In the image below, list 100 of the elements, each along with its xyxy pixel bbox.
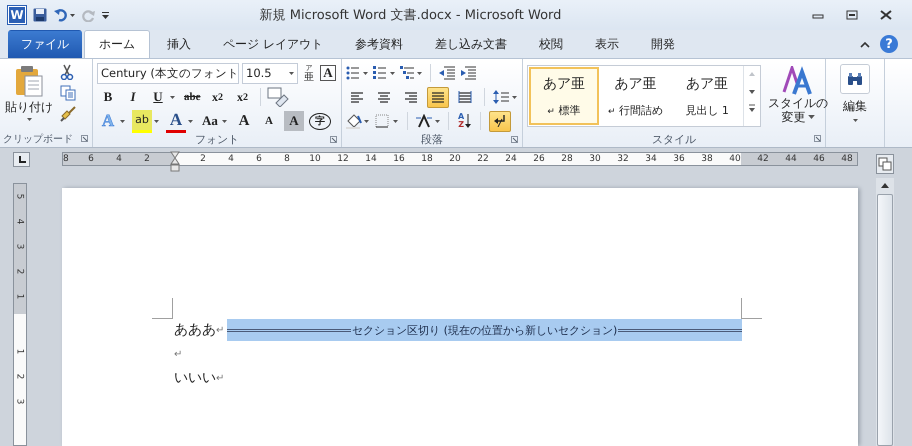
asian-layout-icon[interactable] xyxy=(416,114,440,128)
ribbon-tab[interactable]: ページ レイアウト xyxy=(208,30,338,58)
dialog-launcher-icon[interactable] xyxy=(330,136,337,143)
clear-formatting-icon[interactable] xyxy=(266,87,288,107)
format-button[interactable]: A xyxy=(283,110,305,132)
customize-toolbar-icon[interactable] xyxy=(102,12,109,18)
format-button[interactable]: Aa xyxy=(199,110,230,132)
style-item[interactable]: あア亜 ↵ 行間詰め xyxy=(600,67,670,125)
ruler-number: 24 xyxy=(504,153,518,165)
group-label: フォント xyxy=(195,132,239,147)
view-ruler-button[interactable] xyxy=(876,154,894,174)
ruler-number: 3 xyxy=(14,242,26,252)
document-text: いいい xyxy=(174,369,216,387)
indent-marker-icon[interactable] xyxy=(170,151,180,173)
character-border-button[interactable]: A xyxy=(320,65,336,81)
caret-icon xyxy=(154,120,159,122)
dialog-launcher-icon[interactable] xyxy=(81,135,88,142)
caret-icon xyxy=(26,118,32,121)
ruler-number: 2 xyxy=(199,153,207,165)
ruler-number: 1 xyxy=(14,292,26,302)
format-button[interactable]: U xyxy=(147,86,178,108)
decrease-indent-icon[interactable] xyxy=(439,66,455,80)
show-marks-button[interactable] xyxy=(489,110,512,132)
caret-icon xyxy=(852,119,858,122)
ribbon-tab[interactable]: 参考資料 xyxy=(340,30,418,58)
format-button[interactable]: abe xyxy=(181,86,204,108)
line-spacing-icon[interactable] xyxy=(493,90,517,104)
ruler-number: 14 xyxy=(364,153,378,165)
ribbon-tab[interactable]: ホーム xyxy=(84,30,150,59)
multilevel-list-icon[interactable] xyxy=(400,66,422,80)
ribbon-tab[interactable]: 挿入 xyxy=(152,30,206,58)
collapse-ribbon-icon[interactable] xyxy=(860,41,870,48)
dialog-launcher-icon[interactable] xyxy=(511,136,518,143)
tab-selector-button[interactable] xyxy=(13,152,30,168)
ruler-number: 42 xyxy=(756,153,770,165)
ruler-number: 4 xyxy=(227,153,235,165)
crop-mark xyxy=(152,298,173,319)
ruler-number: 22 xyxy=(476,153,490,165)
format-button[interactable]: A xyxy=(233,110,255,132)
paragraph-mark: ↵ xyxy=(216,372,224,384)
help-button[interactable]: ? xyxy=(880,35,898,53)
ruler-number: 2 xyxy=(14,268,26,276)
copy-icon[interactable] xyxy=(60,85,76,101)
dialog-launcher-icon[interactable] xyxy=(814,135,821,142)
format-button[interactable]: A xyxy=(165,110,196,132)
caret-icon xyxy=(188,120,193,122)
editing-button[interactable]: 編集 xyxy=(826,63,884,123)
numbering-icon[interactable] xyxy=(373,66,395,80)
change-styles-button[interactable]: スタイルの 変更 xyxy=(767,65,829,131)
paragraph-mark: ↵ xyxy=(174,348,182,360)
maximize-icon[interactable] xyxy=(846,10,858,20)
caret-icon xyxy=(289,72,294,74)
down-arrow-icon xyxy=(465,114,472,128)
format-button[interactable]: 字 xyxy=(308,110,332,132)
ribbon-tab[interactable]: 表示 xyxy=(580,30,634,58)
font-name-field[interactable]: Century (本文のフォント xyxy=(97,62,239,84)
font-size-field[interactable]: 10.5 xyxy=(242,62,298,84)
tab-stop-icon xyxy=(18,156,26,164)
section-break: セクション区切り (現在の位置から新しいセクション) xyxy=(227,319,742,341)
format-button[interactable]: A xyxy=(258,110,280,132)
group-label: 段落 xyxy=(421,132,443,147)
ruler-number: 1 xyxy=(14,348,26,356)
caret-icon xyxy=(120,120,125,122)
style-item[interactable]: あア亜 見出し 1 xyxy=(672,67,742,125)
sort-button[interactable]: A Z xyxy=(457,112,472,130)
borders-icon[interactable] xyxy=(375,114,399,128)
ruler-number: 4 xyxy=(14,218,26,226)
caret-icon xyxy=(808,115,814,119)
save-icon[interactable] xyxy=(33,8,47,22)
vertical-scrollbar[interactable] xyxy=(876,178,894,446)
ruler-number: 16 xyxy=(392,153,406,165)
cut-icon[interactable] xyxy=(60,64,74,80)
word-logo-icon[interactable]: W xyxy=(8,6,26,24)
dropdown-arrow-icon[interactable] xyxy=(70,14,75,16)
justify-align-button[interactable] xyxy=(427,86,449,108)
ribbon-tab[interactable]: 差し込み文書 xyxy=(420,30,522,58)
increase-indent-icon[interactable] xyxy=(460,66,476,80)
ribbon-tab[interactable]: 開発 xyxy=(636,30,690,58)
ruler-number: 2 xyxy=(14,372,26,382)
ruler-number: 26 xyxy=(532,153,546,165)
close-icon[interactable] xyxy=(880,10,892,20)
bullets-icon[interactable] xyxy=(346,66,368,80)
paste-button[interactable]: 貼り付け xyxy=(4,62,54,131)
align-icon xyxy=(458,91,472,103)
undo-icon[interactable] xyxy=(54,8,68,22)
format-button[interactable]: I xyxy=(122,86,144,108)
ribbon-tab[interactable]: ファイル xyxy=(8,30,82,58)
crop-mark xyxy=(741,298,762,319)
format-painter-icon[interactable] xyxy=(60,106,76,122)
align-icon xyxy=(350,91,364,103)
ribbon-tab[interactable]: 校閲 xyxy=(524,30,578,58)
scroll-thumb[interactable] xyxy=(877,194,893,446)
paragraph-mark: ↵ xyxy=(216,324,224,336)
group-label: クリップボード xyxy=(3,132,73,146)
ruler-number: 34 xyxy=(644,153,658,165)
shading-icon[interactable] xyxy=(346,113,370,129)
scroll-up-icon[interactable] xyxy=(880,182,890,188)
ruler-number: 10 xyxy=(308,153,322,165)
style-item[interactable]: あア亜 ↵ 標準 xyxy=(529,67,599,125)
format-button[interactable]: B xyxy=(97,86,119,108)
